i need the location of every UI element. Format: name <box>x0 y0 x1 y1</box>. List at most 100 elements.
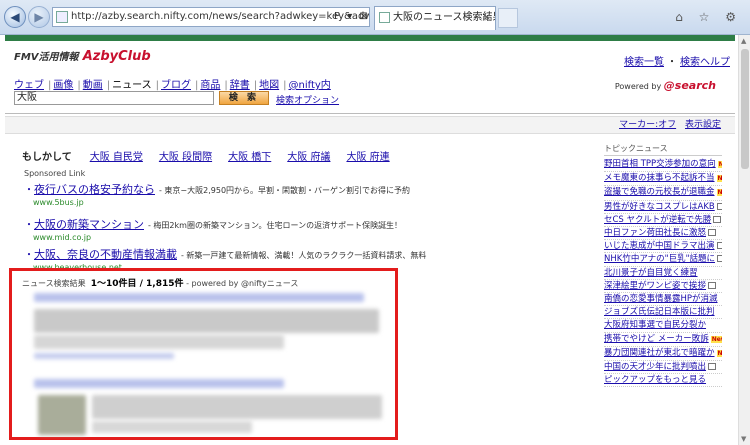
suggest-query[interactable]: 大阪 府議 <box>287 152 330 163</box>
link-search-help[interactable]: 検索ヘルプ <box>680 57 730 68</box>
topics-header: トピックニュース <box>604 143 722 156</box>
topic-item[interactable]: 盗撮で免職の元校長が退職金New <box>604 186 722 201</box>
topic-link[interactable]: 盗撮で免職の元校長が退職金 <box>604 187 715 197</box>
display-settings-link[interactable]: 表示設定 <box>685 120 721 130</box>
ad-title[interactable]: 大阪、奈良の不動産情報満載 <box>34 248 177 261</box>
search-options-link[interactable]: 検索オプション <box>276 93 339 106</box>
search-tab-2[interactable]: 動画 <box>83 80 103 91</box>
topic-link[interactable]: 中日ファン荷田社長に激怒 <box>604 228 706 238</box>
search-tab-5[interactable]: 商品 <box>200 80 220 91</box>
blurred-result-text <box>92 421 252 433</box>
new-badge: New <box>710 335 722 343</box>
blurred-result-title <box>34 293 364 302</box>
scroll-up-icon[interactable]: ▲ <box>741 37 746 45</box>
browser-tool-icons[interactable]: ⌂ ☆ ⚙ <box>675 10 742 24</box>
topic-item[interactable]: 男性が好きなコスプレはAKB <box>604 201 722 214</box>
ad-url[interactable]: www.mid.co.jp <box>33 233 402 242</box>
topic-item[interactable]: メモ魔東の抹事ら不起訴不当New <box>604 172 722 187</box>
search-tab-1[interactable]: 画像 <box>53 80 73 91</box>
sponsored-label: Sponsored Link <box>24 169 86 178</box>
search-tab-6[interactable]: 辞書 <box>230 80 250 91</box>
ad-description: - 梅田2km圏の新築マンション。住宅ローンの返済サポート保険誕生！ <box>148 221 403 230</box>
new-badge: New <box>716 189 722 197</box>
search-input[interactable]: 大阪 <box>14 91 214 105</box>
topic-item[interactable]: 深津絵里がワンピ姿で挨拶 <box>604 280 722 294</box>
topic-link[interactable]: 野田首相 TPP交渉参加の意向 <box>604 159 716 169</box>
topic-item[interactable]: 中日ファン荷田社長に激怒 <box>604 227 722 241</box>
new-tab-button[interactable] <box>498 8 518 28</box>
news-results-count: 1〜10件目 / 1,815件 <box>90 279 184 289</box>
suggest-query[interactable]: 大阪 橋下 <box>228 152 271 163</box>
topic-link[interactable]: 中国の天才少年に批判噴出 <box>604 362 706 372</box>
search-tabs: ウェブ | 画像 | 動画 | ニュース | ブログ | 商品 | 辞書 | 地図 | @nifty内 <box>14 76 333 91</box>
topic-link[interactable]: ピックアップをもっと見る <box>604 375 706 385</box>
photo-icon <box>716 255 722 263</box>
scroll-down-icon[interactable]: ▼ <box>741 435 746 443</box>
tab-separator: | <box>77 80 81 91</box>
topic-link[interactable]: 暴力団関連社が東北で暗躍か <box>604 348 715 358</box>
topic-link[interactable]: 北川景子が自目覚く練習 <box>604 268 698 278</box>
blurred-result-text <box>34 335 284 349</box>
topic-item[interactable]: 野田首相 TPP交渉参加の意向New <box>604 158 722 173</box>
marker-toggle[interactable]: マーカー:オフ <box>619 120 676 130</box>
search-tab-0[interactable]: ウェブ <box>14 80 44 91</box>
search-tab-4[interactable]: ブログ <box>161 80 191 91</box>
tab-active[interactable]: 大阪のニュース検索結果 -... × <box>374 6 496 30</box>
topic-link[interactable]: NHK竹中アナの"巨乳"話題に <box>604 254 715 264</box>
search-tab-7[interactable]: 地図 <box>259 80 279 91</box>
topic-item[interactable]: ジョブズ氏伝記日本版に批判 <box>604 306 722 320</box>
address-bar[interactable]: http://azby.search.nifty.com/news/search… <box>52 7 370 27</box>
search-tab-8[interactable]: @nifty内 <box>289 80 331 91</box>
suggest-query[interactable]: 大阪 府連 <box>346 152 389 163</box>
topic-item[interactable]: ピックアップをもっと見る <box>604 374 722 388</box>
topic-link[interactable]: 男性が好きなコスプレはAKB <box>604 202 715 212</box>
topic-link[interactable]: メモ魔東の抹事ら不起訴不当 <box>604 173 715 183</box>
blurred-result-link <box>34 353 174 359</box>
tab-separator: | <box>253 80 258 91</box>
topic-item[interactable]: いじた恵成が中国ドラマ出演 <box>604 240 722 254</box>
tab-close-icon[interactable]: × <box>483 7 491 29</box>
topic-item[interactable]: 携帯でやけど メーカー敗訴New <box>604 333 722 347</box>
forward-button[interactable]: ▶ <box>28 6 50 28</box>
search-button[interactable]: 検 索 <box>219 91 269 105</box>
header-links: 検索一覧・検索ヘルプ <box>624 57 730 68</box>
topic-link[interactable]: いじた恵成が中国ドラマ出演 <box>604 241 715 251</box>
link-search-list[interactable]: 検索一覧 <box>624 57 664 68</box>
topic-item[interactable]: NHK竹中アナの"巨乳"話題に <box>604 253 722 267</box>
ad-title[interactable]: 大阪の新築マンション <box>34 218 144 231</box>
ad-description: - 東京−大阪2,950円から。早割・閑散割・バーゲン割引でお得に予約 <box>159 186 411 195</box>
back-button[interactable]: ◀ <box>4 6 26 28</box>
topic-link[interactable]: ジョブズ氏伝記日本版に批判 <box>604 307 715 317</box>
topics-list: 野田首相 TPP交渉参加の意向Newメモ魔東の抹事ら不起訴不当New盗撮で免職の… <box>604 158 722 388</box>
suggest-query[interactable]: 大阪 段間際 <box>159 152 212 163</box>
topic-item[interactable]: セCS ヤクルトが逆転で先勝 <box>604 214 722 228</box>
browser-toolbar: ◀ ▶ http://azby.search.nifty.com/news/se… <box>0 0 750 35</box>
topic-link[interactable]: 深津絵里がワンピ姿で挨拶 <box>604 281 706 291</box>
topic-item[interactable]: 北川景子が自目覚く練習 <box>604 267 722 280</box>
topic-link[interactable]: 大阪府知事選で自民分裂か <box>604 320 706 330</box>
suggest-query[interactable]: 大阪 自民党 <box>90 152 143 163</box>
ad-title[interactable]: 夜行バスの格安予約なら <box>34 183 155 196</box>
tab-separator: | <box>155 80 159 91</box>
ad-url[interactable]: www.5bus.jp <box>33 198 410 207</box>
blurred-result-thumbnail <box>38 395 86 435</box>
site-logo[interactable]: FMV活用情報 AzbyClub <box>14 48 151 64</box>
vertical-scrollbar[interactable]: ▲ ▼ <box>738 35 750 445</box>
photo-icon <box>708 229 717 237</box>
topic-item[interactable]: 中国の天才少年に批判噴出 <box>604 361 722 375</box>
divider <box>5 113 735 114</box>
scrollbar-thumb[interactable] <box>741 49 749 169</box>
new-badge: New <box>716 349 722 357</box>
topic-link[interactable]: 南僑の恋愛事情暴露HPが消滅 <box>604 294 718 304</box>
photo-icon <box>716 242 722 250</box>
site-favicon-icon <box>56 11 68 23</box>
topic-link[interactable]: 携帯でやけど メーカー敗訴 <box>604 334 709 344</box>
sponsored-ad: ・夜行バスの格安予約なら - 東京−大阪2,950円から。早割・閑散割・バーゲン割… <box>24 181 410 207</box>
topic-item[interactable]: 大阪府知事選で自民分裂か <box>604 319 722 333</box>
topic-item[interactable]: 暴力団関連社が東北で暗躍かNew <box>604 347 722 362</box>
topic-link[interactable]: セCS ヤクルトが逆転で先勝 <box>604 215 711 225</box>
forward-arrow-icon: ▶ <box>34 10 44 24</box>
search-tab-3[interactable]: ニュース <box>112 80 152 91</box>
topic-item[interactable]: 南僑の恋愛事情暴露HPが消滅 <box>604 293 722 307</box>
ad-bullet: ・ <box>24 220 34 231</box>
